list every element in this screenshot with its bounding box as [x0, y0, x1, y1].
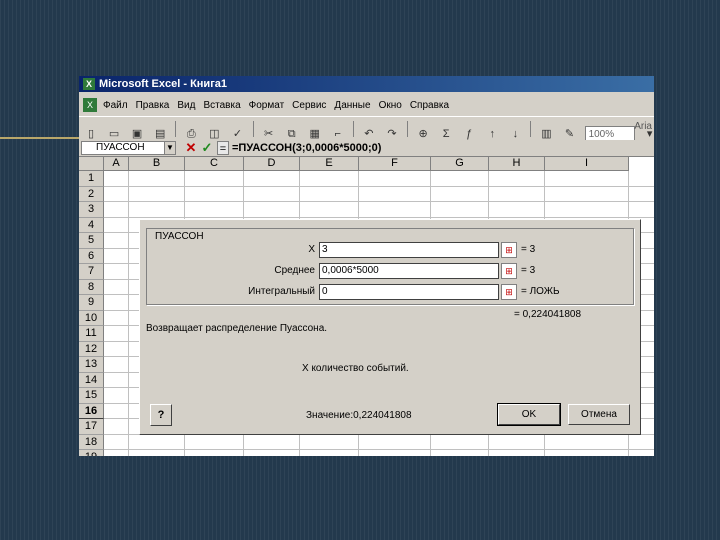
gridline [104, 216, 654, 218]
menu-item[interactable]: Файл [103, 100, 128, 111]
argument-help: X количество событий. [302, 363, 409, 374]
gridline [128, 171, 129, 456]
column-header[interactable]: D [244, 157, 300, 171]
name-box-dropdown-icon[interactable]: ▼ [164, 141, 176, 155]
column-header[interactable]: A [104, 157, 129, 171]
separator [352, 121, 354, 137]
help-button[interactable]: ? [150, 404, 172, 426]
separator [175, 121, 177, 137]
row-header[interactable]: 10 [79, 310, 104, 326]
ok-button[interactable]: OK [497, 403, 561, 426]
excel-icon: X [83, 78, 95, 90]
excel-window: X Microsoft Excel - Книга1 X Файл Правка Ви… [79, 76, 654, 456]
name-box[interactable]: ПУАССОН [81, 141, 176, 155]
function-description: Возвращает распределение Пуассона. [146, 323, 328, 334]
value-text: Значение:0,224041808 [306, 410, 412, 421]
decorative-line [0, 137, 85, 139]
standard-toolbar: ▯ ▭ ▣ ▤ ⎙ ◫ ✓ ✂ ⧉ ▦ ⌐ ↶ ↷ ⊕ Σ ƒ ↑ ↓ ▥ ✎ … [79, 116, 654, 142]
menu-item[interactable]: Формат [249, 100, 285, 111]
row-header[interactable]: 4 [79, 217, 104, 233]
menu-item[interactable]: Данные [334, 100, 370, 111]
column-header[interactable]: H [489, 157, 545, 171]
select-all[interactable] [79, 157, 104, 171]
row-header[interactable]: 13 [79, 357, 104, 373]
row-header[interactable]: 3 [79, 202, 104, 218]
row-header[interactable]: 14 [79, 372, 104, 388]
separator [252, 121, 254, 137]
column-header[interactable]: E [300, 157, 359, 171]
row-header[interactable]: 18 [79, 434, 104, 450]
arg-result-mean: = 3 [521, 265, 536, 276]
column-header[interactable]: F [359, 157, 431, 171]
help-icon: ? [157, 409, 165, 421]
row-header[interactable]: 17 [79, 419, 104, 435]
arg-label-cumulative: Интегральный [248, 286, 315, 297]
separator [530, 121, 532, 137]
arg-input-cumulative[interactable]: 0 [319, 284, 499, 300]
collapse-dialog-icon[interactable]: ⊞ [501, 242, 517, 258]
formula-result: = 0,224041808 [514, 309, 582, 320]
cancel-button[interactable]: Отмена [568, 404, 630, 425]
row-header[interactable]: 16 [79, 403, 104, 419]
menu-item[interactable]: Справка [410, 100, 449, 111]
row-header[interactable]: 19 [79, 450, 104, 456]
arg-result-x: = 3 [521, 244, 536, 255]
menu-item[interactable]: Вставка [203, 100, 240, 111]
arg-label-mean: Среднее [274, 265, 315, 276]
formula-bar: ПУАССОН ▼ ✕ ✓ = =ПУАССОН(3;0,0006*5000;0… [79, 140, 654, 157]
arg-input-mean[interactable]: 0,0006*5000 [319, 263, 499, 279]
row-header[interactable]: 7 [79, 264, 104, 280]
window-title: Microsoft Excel - Книга1 [99, 78, 228, 90]
cancel-icon[interactable]: ✕ [184, 140, 198, 156]
collapse-dialog-icon[interactable]: ⊞ [501, 263, 517, 279]
row-header[interactable]: 5 [79, 233, 104, 249]
row-header[interactable]: 12 [79, 341, 104, 357]
row-header[interactable]: 8 [79, 279, 104, 295]
font-select[interactable]: Aria [634, 121, 652, 132]
row-header[interactable]: 11 [79, 326, 104, 342]
menu-item[interactable]: Сервис [292, 100, 326, 111]
column-header[interactable]: G [431, 157, 489, 171]
separator [407, 121, 408, 137]
menu-item[interactable]: Правка [136, 100, 170, 111]
column-header[interactable]: B [129, 157, 185, 171]
column-header[interactable]: I [545, 157, 629, 171]
title-bar: X Microsoft Excel - Книга1 [79, 76, 654, 92]
menu-bar: X Файл Правка Вид Вставка Формат Сервис Данные… [79, 96, 654, 114]
arg-input-x[interactable]: 3 [319, 242, 499, 258]
menu-item[interactable]: Окно [379, 100, 402, 111]
formula-text[interactable]: =ПУАССОН(3;0,0006*5000;0) [232, 140, 381, 156]
edit-formula-icon[interactable]: = [217, 141, 229, 155]
menu-item[interactable]: Вид [177, 100, 195, 111]
column-header[interactable]: C [185, 157, 244, 171]
row-header[interactable]: 15 [79, 388, 104, 404]
function-arguments-dialog: ПУАССОН X 3 ⊞ = 3 Среднее 0,0006*5000 ⊞ … [139, 219, 641, 435]
group-title: ПУАССОН [153, 231, 206, 243]
row-header[interactable]: 2 [79, 186, 104, 202]
enter-icon[interactable]: ✓ [200, 140, 214, 156]
document-icon[interactable]: X [83, 98, 97, 112]
gridline [104, 201, 654, 202]
row-header[interactable]: 6 [79, 248, 104, 264]
arg-label-x: X [308, 244, 315, 255]
gridline [104, 185, 654, 187]
row-header[interactable]: 1 [79, 171, 104, 187]
collapse-dialog-icon[interactable]: ⊞ [501, 284, 517, 300]
gridline [104, 449, 654, 450]
arguments-group: ПУАССОН X 3 ⊞ = 3 Среднее 0,0006*5000 ⊞ … [146, 228, 634, 305]
row-header[interactable]: 9 [79, 295, 104, 311]
arg-result-cumulative: = ЛОЖЬ [521, 286, 560, 297]
